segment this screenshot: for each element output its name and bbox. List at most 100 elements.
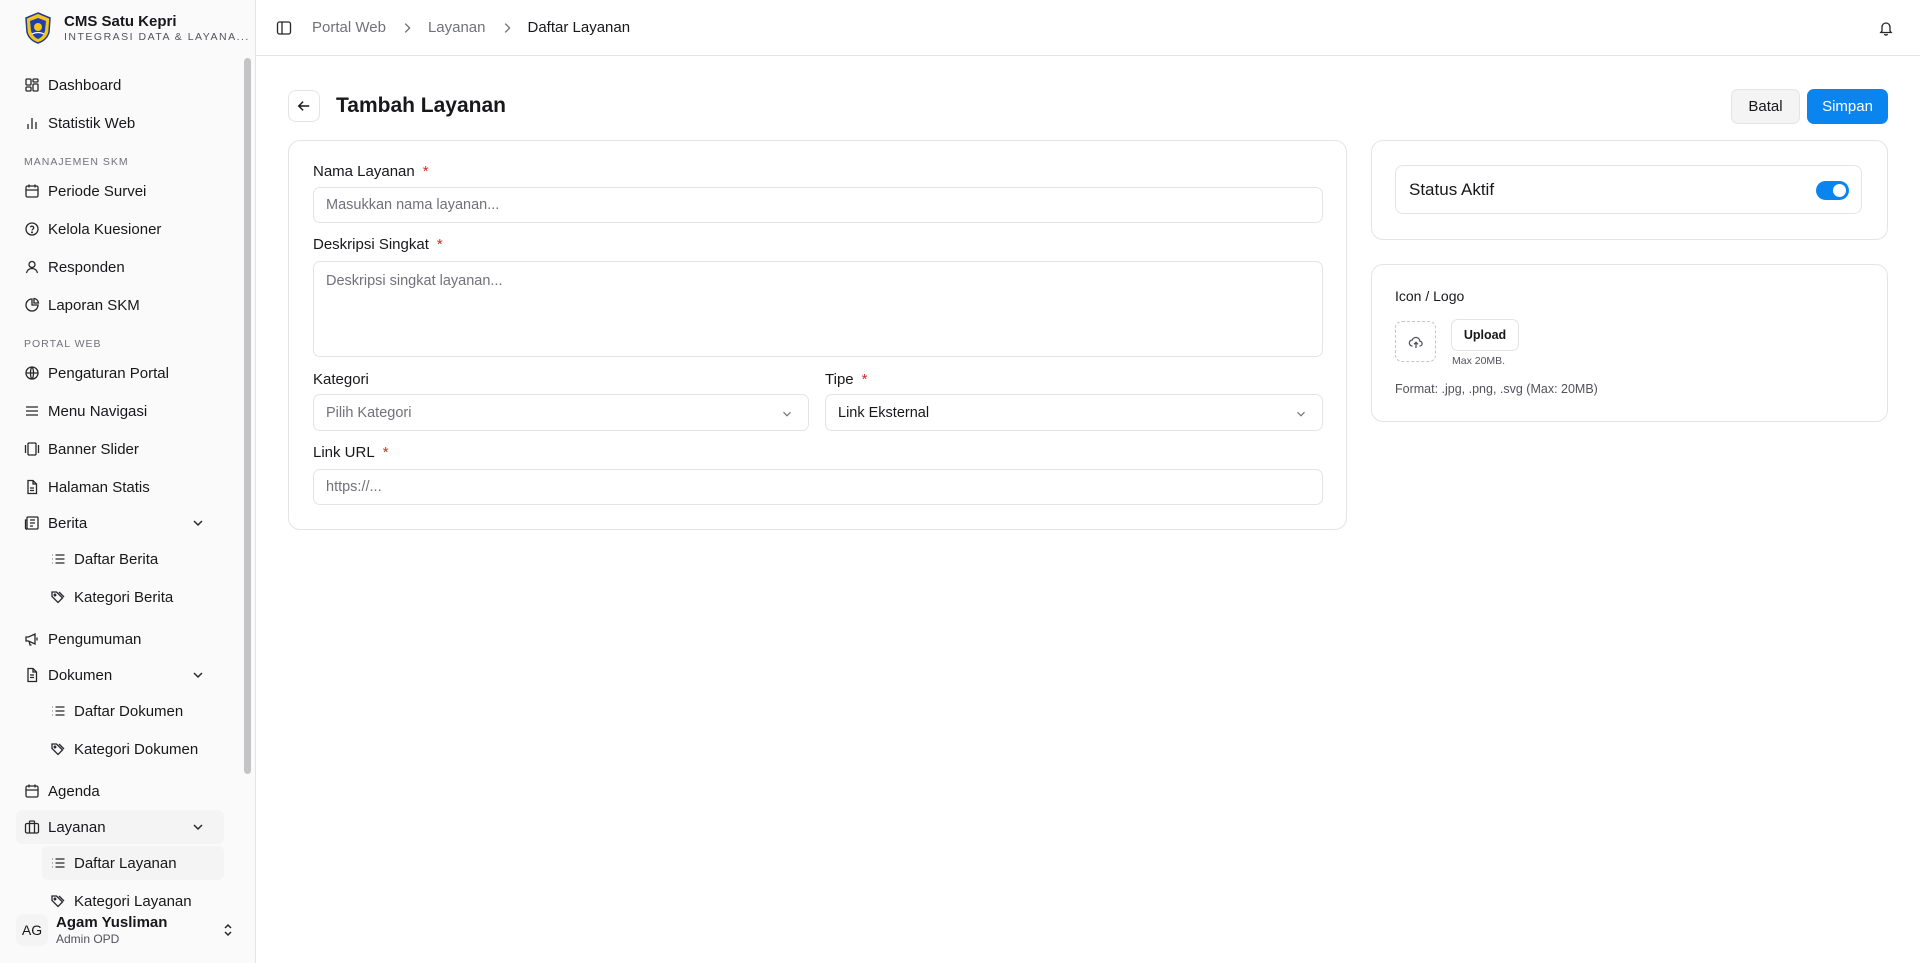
required-mark: * [382,444,389,461]
megaphone-icon [25,632,38,646]
dashboard-icon [25,78,39,92]
sidebar-item-menu-navigasi[interactable]: Menu Navigasi [16,394,224,428]
deskripsi-label-text: Deskripsi Singkat [313,236,429,253]
required-mark: * [861,371,868,388]
bar-chart-icon [27,118,37,129]
sidebar-item-pengaturan-portal[interactable]: Pengaturan Portal [16,356,224,390]
sidebar-item-label: Berita [48,514,88,532]
breadcrumb-layanan[interactable]: Layanan [428,19,486,36]
max-size-note: Max 20MB. [1452,355,1506,367]
chevron-right-icon [504,22,511,33]
sidebar-item-label: Menu Navigasi [48,402,148,420]
chevron-down-icon [1297,411,1305,417]
toggle-knob [1833,184,1846,197]
sidebar-item-label: Kategori Berita [74,588,174,606]
list-icon [52,554,65,564]
sidebar-scrollbar[interactable] [244,58,251,774]
sidebar-item-laporan-skm[interactable]: Laporan SKM [16,288,224,322]
globe-icon [25,366,39,380]
sidebar-item-pengumuman[interactable]: Pengumuman [16,622,224,656]
sidebar-item-label: Kategori Dokumen [74,740,199,758]
sidebar-item-daftar-berita[interactable]: Daftar Berita [42,542,224,576]
tipe-select-value: Link Eksternal [838,404,930,421]
chevron-down-icon [193,520,203,527]
link-url-label-text: Link URL [313,444,375,461]
status-aktif-toggle[interactable] [1816,181,1849,200]
sidebar-item-banner-slider[interactable]: Banner Slider [16,432,224,466]
sidebar-item-berita[interactable]: Berita [16,506,224,540]
group-label-portal: PORTAL WEB [24,338,102,350]
sidebar-item-label: Kelola Kuesioner [48,220,162,238]
sidebar-item-statistik-web[interactable]: Statistik Web [16,106,224,140]
tipe-label-text: Tipe [825,371,854,388]
sidebar-item-dashboard[interactable]: Dashboard [16,68,224,102]
newspaper-icon [24,516,39,530]
nama-layanan-input[interactable]: Masukkan nama layanan... [313,187,1323,223]
upload-dropzone[interactable] [1395,321,1436,362]
kategori-select[interactable]: Pilih Kategori [313,394,809,431]
sidebar-item-halaman-statis[interactable]: Halaman Statis [16,470,224,504]
sidebar-item-kategori-dokumen[interactable]: Kategori Dokumen [42,732,224,766]
sidebar-item-periode-survei[interactable]: Periode Survei [16,174,224,208]
file-text-icon [27,667,38,683]
deskripsi-label: Deskripsi Singkat * [313,236,443,253]
sidebar-item-label: Kategori Layanan [74,892,192,910]
sidebar-item-kelola-kuesioner[interactable]: Kelola Kuesioner [16,212,224,246]
app-title: CMS Satu Kepri [64,12,177,30]
user-role: Admin OPD [56,931,120,946]
status-aktif-row: Status Aktif [1395,165,1862,214]
status-aktif-label: Status Aktif [1409,180,1495,199]
tags-icon [51,743,65,756]
calendar-icon [25,184,39,198]
upload-button[interactable]: Upload [1451,319,1519,351]
sidebar-item-responden[interactable]: Responden [16,250,224,284]
sidebar-item-label: Banner Slider [48,440,139,458]
save-button[interactable]: Simpan [1807,89,1888,124]
sidebar-item-label: Halaman Statis [48,478,150,496]
sidebar-nav: Dashboard Statistik Web MANAJEMEN SKM Pe… [0,56,244,910]
chevron-down-icon [783,411,791,417]
help-circle-icon [25,222,39,236]
sidebar-item-daftar-dokumen[interactable]: Daftar Dokumen [42,694,224,728]
tags-icon [51,591,65,604]
nama-layanan-label: Nama Layanan * [313,163,429,180]
calendar-icon [25,784,39,798]
sidebar-item-agenda[interactable]: Agenda [16,774,224,808]
back-button[interactable] [288,90,320,122]
tipe-select[interactable]: Link Eksternal [825,394,1323,431]
sidebar-item-label: Daftar Layanan [74,854,177,872]
cancel-button[interactable]: Batal [1731,89,1800,124]
sidebar-item-label: Statistik Web [48,114,136,132]
deskripsi-textarea[interactable]: Deskripsi singkat layanan... [313,261,1323,357]
sidebar-toggle-icon[interactable] [276,20,292,36]
link-url-input[interactable]: https://... [313,469,1323,505]
menu-icon [26,406,38,416]
link-url-label: Link URL * [313,444,389,461]
list-icon [52,706,65,716]
bell-icon[interactable] [1878,20,1894,36]
nama-layanan-label-text: Nama Layanan [313,163,415,180]
sidebar-item-dokumen[interactable]: Dokumen [16,658,224,692]
kepri-logo-icon [25,12,51,44]
sidebar-item-kategori-berita[interactable]: Kategori Berita [42,580,224,614]
gallery-icon [24,442,40,456]
group-label-skm: MANAJEMEN SKM [24,156,129,168]
kategori-label: Kategori [313,371,369,388]
breadcrumb: Portal Web Layanan Daftar Layanan [312,19,630,36]
sidebar-item-label: Daftar Berita [74,550,159,568]
user-menu[interactable]: AG Agam Yusliman Admin OPD [16,908,240,952]
sidebar-item-daftar-layanan[interactable]: Daftar Layanan [42,846,224,880]
tags-icon [51,895,65,908]
brand[interactable]: CMS Satu Kepri INTEGRASI DATA & LAYANA..… [24,12,250,44]
breadcrumb-portal-web[interactable]: Portal Web [312,19,386,36]
sidebar-item-layanan[interactable]: Layanan [16,810,224,844]
chevrons-up-down-icon [224,923,232,937]
icon-logo-label: Icon / Logo [1395,288,1465,304]
chevron-right-icon [404,22,411,33]
sidebar-item-label: Responden [48,258,125,276]
sidebar-item-label: Agenda [48,782,100,800]
format-note: Format: .jpg, .png, .svg (Max: 20MB) [1395,382,1598,396]
sidebar-item-kategori-layanan[interactable]: Kategori Layanan [42,884,224,910]
pie-chart-icon [25,297,40,312]
required-mark: * [436,236,443,253]
